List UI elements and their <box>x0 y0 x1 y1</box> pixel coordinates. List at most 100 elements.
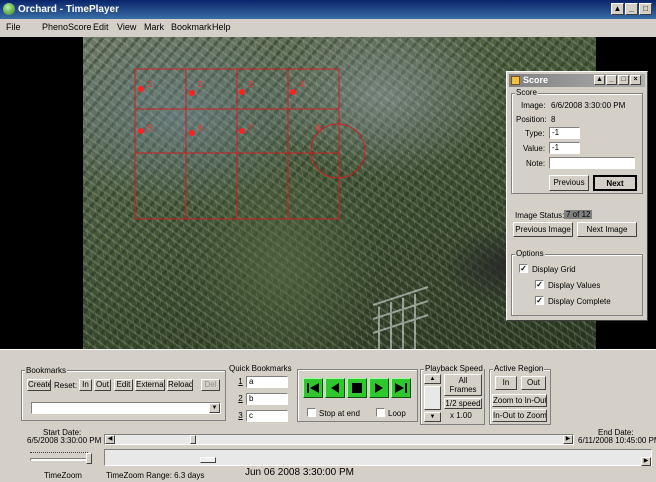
note-field[interactable] <box>549 157 635 169</box>
region-out-button[interactable]: Out <box>521 376 546 390</box>
display-values-checkbox[interactable]: ✓ <box>535 280 544 289</box>
type-field[interactable]: -1 <box>549 127 580 139</box>
play-icon <box>375 383 383 393</box>
menu-view[interactable]: View <box>117 22 136 32</box>
timeline-left-arrow[interactable]: ◀ <box>105 435 115 444</box>
position-label: Position: <box>516 115 547 124</box>
menu-help[interactable]: Help <box>212 22 231 32</box>
skip-to-end-button[interactable] <box>391 378 411 398</box>
options-group-label: Options <box>515 249 545 258</box>
zoom-range-track[interactable]: ▶ <box>104 449 652 466</box>
image-value: 6/6/2008 3:30:00 PM <box>551 101 626 110</box>
all-frames-button[interactable]: All Frames <box>444 374 482 396</box>
speed-up-button[interactable]: ▲ <box>424 374 441 384</box>
region-in-button[interactable]: In <box>495 376 517 390</box>
score-title-bar: Score ▲ _ □ × <box>509 74 645 87</box>
start-date-value: 6/5/2008 3:30:00 PM <box>27 436 102 445</box>
previous-image-button[interactable]: Previous Image <box>513 222 573 237</box>
display-complete-checkbox[interactable]: ✓ <box>535 296 544 305</box>
previous-button[interactable]: Previous <box>549 175 589 191</box>
timeline-thumb[interactable] <box>190 435 197 444</box>
quick-bookmark-field-3[interactable]: c <box>246 410 288 422</box>
display-values-label: Display Values <box>548 281 601 290</box>
stop-at-end-checkbox[interactable] <box>307 408 316 417</box>
display-grid-checkbox[interactable]: ✓ <box>519 264 528 273</box>
note-label: Note: <box>526 159 546 168</box>
menu-edit[interactable]: Edit <box>93 22 109 32</box>
skip-to-start-icon <box>307 383 319 393</box>
score-close-button[interactable]: × <box>630 75 641 85</box>
stop-icon <box>352 383 362 393</box>
bookmark-in-button[interactable]: In <box>79 379 92 391</box>
menu-file[interactable]: File <box>6 22 21 32</box>
create-bookmark-button[interactable]: Create <box>27 379 51 391</box>
restore-icon[interactable]: ▲ <box>611 3 624 15</box>
skip-to-end-icon <box>395 383 407 393</box>
reset-label: Reset: <box>54 381 78 390</box>
score-window: Score ▲ _ □ × Score Image: 6/6/2008 3:30… <box>506 71 648 321</box>
half-speed-button[interactable]: 1/2 speed <box>444 398 482 409</box>
value-field[interactable]: -1 <box>549 142 580 154</box>
loop-checkbox[interactable] <box>376 408 385 417</box>
current-time-display: Jun 06 2008 3:30:00 PM <box>245 467 354 478</box>
loop-label: Loop <box>388 409 406 418</box>
window-title: Orchard - TimePlayer <box>18 4 119 15</box>
zoom-range-thumb[interactable] <box>200 457 216 463</box>
position-value: 8 <box>551 115 556 124</box>
display-grid-label: Display Grid <box>532 265 576 274</box>
speed-slider-track[interactable] <box>424 386 441 410</box>
app-icon <box>3 3 15 15</box>
menu-phenoscore[interactable]: PhenoScore <box>42 22 92 32</box>
display-complete-label: Display Complete <box>548 297 611 306</box>
bookmarks-group-label: Bookmarks <box>25 366 68 375</box>
delete-bookmark-button[interactable]: Del <box>201 379 220 391</box>
maximize-button[interactable]: □ <box>639 3 652 15</box>
edit-bookmark-button[interactable]: Edit <box>114 379 133 391</box>
stop-button[interactable] <box>347 378 367 398</box>
menu-bookmark[interactable]: Bookmark <box>171 22 212 32</box>
timezoom-range-label: TimeZoom Range: 6.3 days <box>106 471 205 480</box>
score-window-title: Score <box>523 75 549 85</box>
playback-speed-label: Playback Speed <box>424 364 484 373</box>
quick-bookmark-number-2: 2 <box>238 394 243 403</box>
next-button[interactable]: Next <box>593 175 637 191</box>
minimize-button[interactable]: _ <box>625 3 638 15</box>
external-bookmark-button[interactable]: External <box>135 379 165 391</box>
type-label: Type: <box>525 129 545 138</box>
quick-bookmarks-label: Quick Bookmarks <box>228 364 293 373</box>
timezoom-slider[interactable] <box>30 452 92 464</box>
menu-mark[interactable]: Mark <box>144 22 164 32</box>
value-label: Value: <box>523 144 546 153</box>
next-image-button[interactable]: Next Image <box>577 222 637 237</box>
skip-to-start-button[interactable] <box>303 378 323 398</box>
speed-value: x 1.00 <box>450 411 472 420</box>
speed-down-button[interactable]: ▼ <box>424 412 441 422</box>
bookmark-dropdown[interactable]: ▼ <box>31 402 221 414</box>
quick-bookmark-field-1[interactable]: a <box>246 376 288 388</box>
quick-bookmark-number-1: 1 <box>238 377 243 386</box>
reload-bookmarks-button[interactable]: Reload <box>167 379 193 391</box>
zoom-range-right-arrow[interactable]: ▶ <box>641 457 651 466</box>
chevron-down-icon[interactable]: ▼ <box>209 403 220 413</box>
quick-bookmark-number-3: 3 <box>238 411 243 420</box>
play-button[interactable] <box>369 378 389 398</box>
score-minimize-button[interactable]: _ <box>606 75 617 85</box>
score-maximize-button[interactable]: □ <box>618 75 629 85</box>
step-back-icon <box>331 383 339 393</box>
step-back-button[interactable] <box>325 378 345 398</box>
score-pin-icon[interactable]: ▲ <box>594 75 605 85</box>
timezoom-ticks <box>30 452 88 454</box>
image-status-value: 7 of 12 <box>564 210 593 219</box>
quick-bookmark-field-2[interactable]: b <box>246 393 288 405</box>
title-bar: Orchard - TimePlayer ▲ _ □ <box>0 0 656 19</box>
active-region-label: Active Region <box>493 364 545 373</box>
zoom-to-in-out-button[interactable]: Zoom to In-Out <box>492 394 547 407</box>
timeline-scrollbar[interactable]: ◀ ▶ <box>104 434 574 445</box>
timezoom-track <box>30 458 88 461</box>
in-out-to-zoom-button[interactable]: In-Out to Zoom <box>492 409 547 422</box>
bookmark-out-button[interactable]: Out <box>94 379 111 391</box>
timezoom-thumb[interactable] <box>86 453 92 464</box>
menu-bar: File PhenoScore Edit View Mark Bookmark … <box>0 19 656 36</box>
end-date-value: 6/11/2008 10:45:00 PM <box>578 436 656 445</box>
timeline-right-arrow[interactable]: ▶ <box>563 435 573 444</box>
